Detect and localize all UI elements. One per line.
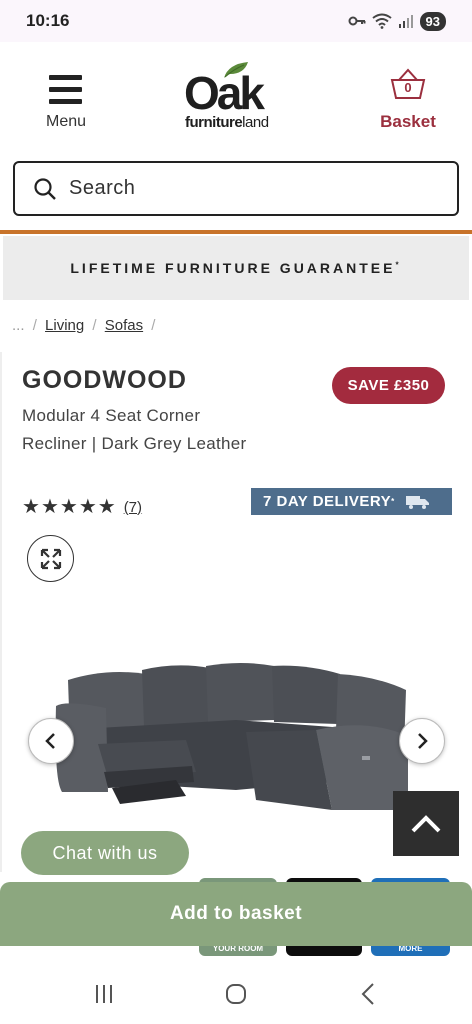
- review-count-link[interactable]: (7): [124, 499, 142, 516]
- breadcrumb-item-living[interactable]: Living: [45, 317, 84, 334]
- chevron-left-icon: [45, 733, 55, 749]
- star-icon: ★: [97, 496, 116, 518]
- recents-button[interactable]: [89, 980, 119, 1008]
- back-icon: [361, 983, 374, 1005]
- breadcrumb-item-sofas[interactable]: Sofas: [105, 317, 143, 334]
- breadcrumb-separator: /: [151, 317, 156, 334]
- search-input[interactable]: Search: [13, 161, 459, 216]
- basket-count: 0: [404, 80, 412, 95]
- home-icon: [226, 984, 246, 1004]
- star-icon: ★: [78, 496, 97, 518]
- home-button[interactable]: [221, 980, 251, 1008]
- chevron-right-icon: [418, 733, 428, 749]
- carousel-next-button[interactable]: [399, 718, 445, 764]
- chat-button[interactable]: Chat with us: [21, 831, 189, 875]
- product-rating[interactable]: ★ ★ ★ ★ ★ (7): [22, 497, 142, 517]
- add-to-basket-button[interactable]: Add to basket: [0, 882, 472, 946]
- chevron-up-icon: [411, 814, 441, 832]
- back-to-top-button[interactable]: [393, 791, 459, 856]
- carousel-prev-button[interactable]: [28, 718, 74, 764]
- delivery-text: 7 DAY DELIVERY: [263, 493, 392, 510]
- guarantee-text: LIFETIME FURNITURE GUARANTEE*: [70, 260, 402, 276]
- breadcrumb-ellipsis[interactable]: ...: [12, 317, 25, 334]
- search-icon: [34, 177, 56, 200]
- product-page: 10:16 93 Menu Oak furnitureland 0 Basket…: [0, 0, 472, 1024]
- site-header: Menu Oak furnitureland 0 Basket: [0, 52, 472, 142]
- battery-indicator: 93: [419, 11, 446, 31]
- recents-icon: [96, 985, 112, 1003]
- product-title: GOODWOOD: [22, 366, 187, 394]
- menu-button[interactable]: Menu: [38, 72, 94, 132]
- breadcrumb-separator: /: [32, 317, 37, 334]
- star-icon: ★: [40, 496, 59, 518]
- site-logo[interactable]: Oak furnitureland: [184, 60, 294, 132]
- save-badge: SAVE £350: [332, 367, 445, 404]
- wifi-icon: [371, 13, 392, 29]
- key-icon: [348, 16, 366, 26]
- rating-stars: ★ ★ ★ ★ ★: [22, 497, 116, 517]
- back-button[interactable]: [353, 980, 383, 1008]
- status-icons: 93: [348, 11, 446, 31]
- logo-subtitle: furnitureland: [185, 114, 269, 131]
- expand-image-button[interactable]: [27, 535, 74, 582]
- menu-label: Menu: [45, 113, 87, 130]
- basket-button[interactable]: 0 Basket: [372, 66, 444, 134]
- delivery-badge: 7 DAY DELIVERY *: [251, 488, 452, 515]
- logo-wordmark: Oak: [184, 67, 265, 119]
- breadcrumb: ... / Living / Sofas /: [12, 317, 159, 334]
- search-placeholder: Search: [69, 177, 136, 199]
- menu-icon: [49, 75, 82, 111]
- signal-icon: [398, 15, 413, 28]
- header-divider: [0, 230, 472, 234]
- guarantee-banner[interactable]: LIFETIME FURNITURE GUARANTEE*: [3, 236, 469, 300]
- expand-icon: [40, 548, 61, 569]
- star-icon: ★: [22, 496, 40, 518]
- breadcrumb-separator: /: [92, 317, 97, 334]
- truck-icon: [405, 495, 429, 509]
- product-subtitle: Modular 4 Seat Corner Recliner | Dark Gr…: [22, 406, 247, 453]
- status-bar: 10:16 93: [0, 0, 472, 42]
- product-image[interactable]: [46, 660, 426, 820]
- star-icon: ★: [59, 496, 78, 518]
- basket-label: Basket: [380, 112, 436, 131]
- status-time: 10:16: [26, 11, 70, 30]
- system-nav-bar: [0, 962, 472, 1024]
